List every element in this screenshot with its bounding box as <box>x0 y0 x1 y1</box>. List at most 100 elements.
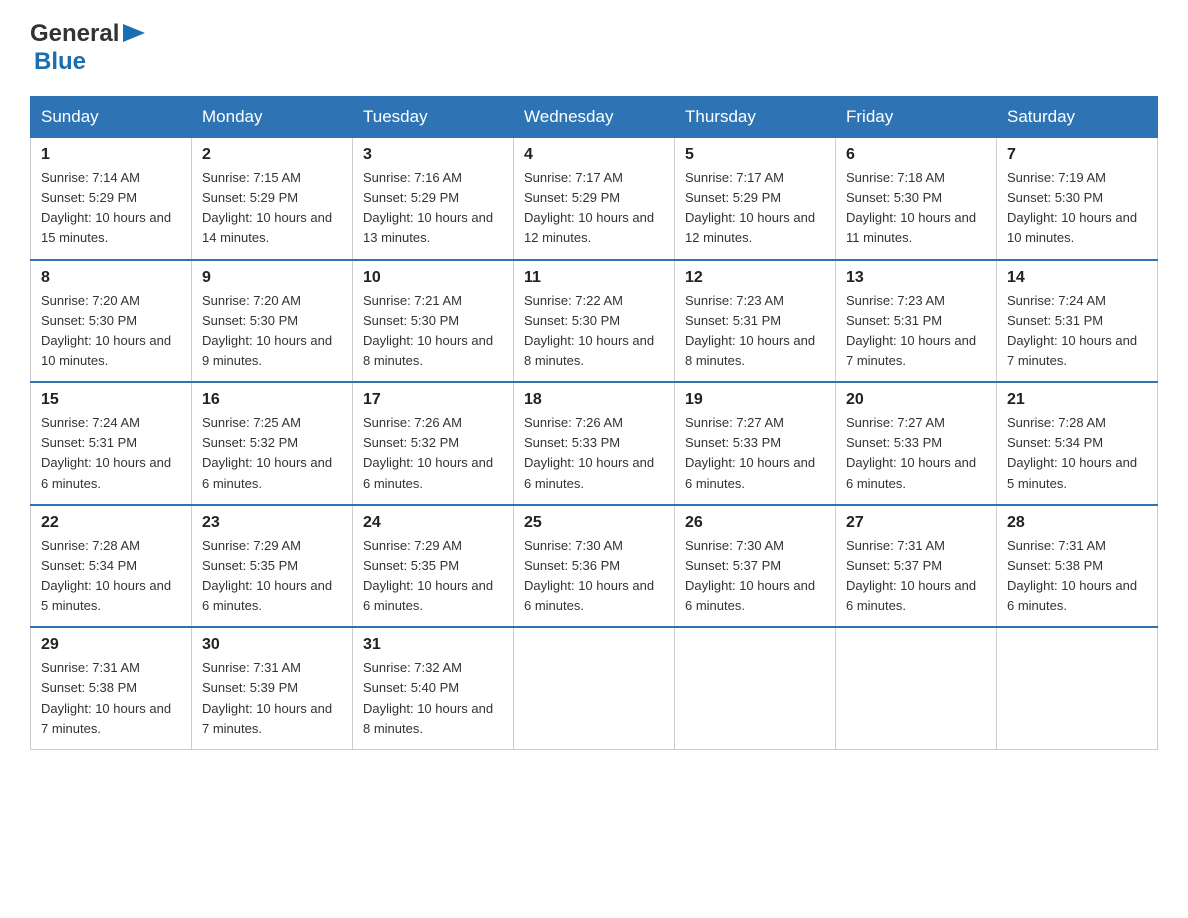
week-row-2: 8 Sunrise: 7:20 AM Sunset: 5:30 PM Dayli… <box>31 260 1158 383</box>
day-cell-5: 5 Sunrise: 7:17 AM Sunset: 5:29 PM Dayli… <box>675 138 836 260</box>
day-number: 13 <box>846 269 986 287</box>
day-number: 15 <box>41 391 181 409</box>
day-cell-12: 12 Sunrise: 7:23 AM Sunset: 5:31 PM Dayl… <box>675 260 836 383</box>
day-info: Sunrise: 7:20 AM Sunset: 5:30 PM Dayligh… <box>202 291 342 372</box>
empty-cell <box>836 627 997 749</box>
day-info: Sunrise: 7:16 AM Sunset: 5:29 PM Dayligh… <box>363 168 503 249</box>
day-cell-7: 7 Sunrise: 7:19 AM Sunset: 5:30 PM Dayli… <box>997 138 1158 260</box>
day-info: Sunrise: 7:21 AM Sunset: 5:30 PM Dayligh… <box>363 291 503 372</box>
day-info: Sunrise: 7:31 AM Sunset: 5:37 PM Dayligh… <box>846 536 986 617</box>
day-cell-17: 17 Sunrise: 7:26 AM Sunset: 5:32 PM Dayl… <box>353 382 514 505</box>
day-number: 30 <box>202 636 342 654</box>
week-row-5: 29 Sunrise: 7:31 AM Sunset: 5:38 PM Dayl… <box>31 627 1158 749</box>
day-info: Sunrise: 7:19 AM Sunset: 5:30 PM Dayligh… <box>1007 168 1147 249</box>
day-cell-13: 13 Sunrise: 7:23 AM Sunset: 5:31 PM Dayl… <box>836 260 997 383</box>
day-info: Sunrise: 7:26 AM Sunset: 5:33 PM Dayligh… <box>524 413 664 494</box>
logo-arrow-icon <box>123 24 145 42</box>
day-number: 18 <box>524 391 664 409</box>
day-cell-27: 27 Sunrise: 7:31 AM Sunset: 5:37 PM Dayl… <box>836 505 997 628</box>
day-cell-22: 22 Sunrise: 7:28 AM Sunset: 5:34 PM Dayl… <box>31 505 192 628</box>
day-number: 3 <box>363 146 503 164</box>
day-info: Sunrise: 7:27 AM Sunset: 5:33 PM Dayligh… <box>685 413 825 494</box>
day-cell-24: 24 Sunrise: 7:29 AM Sunset: 5:35 PM Dayl… <box>353 505 514 628</box>
day-number: 14 <box>1007 269 1147 287</box>
day-number: 10 <box>363 269 503 287</box>
day-info: Sunrise: 7:29 AM Sunset: 5:35 PM Dayligh… <box>363 536 503 617</box>
day-info: Sunrise: 7:22 AM Sunset: 5:30 PM Dayligh… <box>524 291 664 372</box>
day-cell-15: 15 Sunrise: 7:24 AM Sunset: 5:31 PM Dayl… <box>31 382 192 505</box>
weekday-header-tuesday: Tuesday <box>353 97 514 138</box>
day-number: 28 <box>1007 514 1147 532</box>
day-cell-28: 28 Sunrise: 7:31 AM Sunset: 5:38 PM Dayl… <box>997 505 1158 628</box>
weekday-header-sunday: Sunday <box>31 97 192 138</box>
day-number: 20 <box>846 391 986 409</box>
day-info: Sunrise: 7:25 AM Sunset: 5:32 PM Dayligh… <box>202 413 342 494</box>
day-number: 16 <box>202 391 342 409</box>
day-info: Sunrise: 7:24 AM Sunset: 5:31 PM Dayligh… <box>41 413 181 494</box>
day-info: Sunrise: 7:31 AM Sunset: 5:39 PM Dayligh… <box>202 658 342 739</box>
day-info: Sunrise: 7:30 AM Sunset: 5:36 PM Dayligh… <box>524 536 664 617</box>
day-cell-23: 23 Sunrise: 7:29 AM Sunset: 5:35 PM Dayl… <box>192 505 353 628</box>
day-info: Sunrise: 7:18 AM Sunset: 5:30 PM Dayligh… <box>846 168 986 249</box>
day-info: Sunrise: 7:24 AM Sunset: 5:31 PM Dayligh… <box>1007 291 1147 372</box>
day-number: 22 <box>41 514 181 532</box>
day-cell-14: 14 Sunrise: 7:24 AM Sunset: 5:31 PM Dayl… <box>997 260 1158 383</box>
day-number: 8 <box>41 269 181 287</box>
day-number: 4 <box>524 146 664 164</box>
day-cell-19: 19 Sunrise: 7:27 AM Sunset: 5:33 PM Dayl… <box>675 382 836 505</box>
weekday-header-thursday: Thursday <box>675 97 836 138</box>
day-cell-11: 11 Sunrise: 7:22 AM Sunset: 5:30 PM Dayl… <box>514 260 675 383</box>
empty-cell <box>514 627 675 749</box>
logo-general-text: General <box>30 20 119 48</box>
day-info: Sunrise: 7:26 AM Sunset: 5:32 PM Dayligh… <box>363 413 503 494</box>
day-cell-20: 20 Sunrise: 7:27 AM Sunset: 5:33 PM Dayl… <box>836 382 997 505</box>
day-info: Sunrise: 7:23 AM Sunset: 5:31 PM Dayligh… <box>846 291 986 372</box>
day-info: Sunrise: 7:31 AM Sunset: 5:38 PM Dayligh… <box>41 658 181 739</box>
day-info: Sunrise: 7:15 AM Sunset: 5:29 PM Dayligh… <box>202 168 342 249</box>
day-cell-1: 1 Sunrise: 7:14 AM Sunset: 5:29 PM Dayli… <box>31 138 192 260</box>
day-info: Sunrise: 7:27 AM Sunset: 5:33 PM Dayligh… <box>846 413 986 494</box>
day-info: Sunrise: 7:31 AM Sunset: 5:38 PM Dayligh… <box>1007 536 1147 617</box>
day-number: 2 <box>202 146 342 164</box>
week-row-4: 22 Sunrise: 7:28 AM Sunset: 5:34 PM Dayl… <box>31 505 1158 628</box>
day-cell-3: 3 Sunrise: 7:16 AM Sunset: 5:29 PM Dayli… <box>353 138 514 260</box>
day-number: 19 <box>685 391 825 409</box>
day-number: 26 <box>685 514 825 532</box>
day-info: Sunrise: 7:30 AM Sunset: 5:37 PM Dayligh… <box>685 536 825 617</box>
weekday-header-saturday: Saturday <box>997 97 1158 138</box>
day-info: Sunrise: 7:23 AM Sunset: 5:31 PM Dayligh… <box>685 291 825 372</box>
day-cell-18: 18 Sunrise: 7:26 AM Sunset: 5:33 PM Dayl… <box>514 382 675 505</box>
day-info: Sunrise: 7:28 AM Sunset: 5:34 PM Dayligh… <box>1007 413 1147 494</box>
day-cell-16: 16 Sunrise: 7:25 AM Sunset: 5:32 PM Dayl… <box>192 382 353 505</box>
day-cell-25: 25 Sunrise: 7:30 AM Sunset: 5:36 PM Dayl… <box>514 505 675 628</box>
day-number: 23 <box>202 514 342 532</box>
day-number: 1 <box>41 146 181 164</box>
weekday-header-friday: Friday <box>836 97 997 138</box>
week-row-3: 15 Sunrise: 7:24 AM Sunset: 5:31 PM Dayl… <box>31 382 1158 505</box>
day-number: 11 <box>524 269 664 287</box>
weekday-header-row: SundayMondayTuesdayWednesdayThursdayFrid… <box>31 97 1158 138</box>
day-number: 24 <box>363 514 503 532</box>
day-cell-10: 10 Sunrise: 7:21 AM Sunset: 5:30 PM Dayl… <box>353 260 514 383</box>
day-number: 9 <box>202 269 342 287</box>
day-cell-6: 6 Sunrise: 7:18 AM Sunset: 5:30 PM Dayli… <box>836 138 997 260</box>
day-number: 27 <box>846 514 986 532</box>
day-number: 25 <box>524 514 664 532</box>
day-cell-9: 9 Sunrise: 7:20 AM Sunset: 5:30 PM Dayli… <box>192 260 353 383</box>
day-cell-8: 8 Sunrise: 7:20 AM Sunset: 5:30 PM Dayli… <box>31 260 192 383</box>
weekday-header-monday: Monday <box>192 97 353 138</box>
day-cell-31: 31 Sunrise: 7:32 AM Sunset: 5:40 PM Dayl… <box>353 627 514 749</box>
week-row-1: 1 Sunrise: 7:14 AM Sunset: 5:29 PM Dayli… <box>31 138 1158 260</box>
day-cell-21: 21 Sunrise: 7:28 AM Sunset: 5:34 PM Dayl… <box>997 382 1158 505</box>
day-number: 17 <box>363 391 503 409</box>
day-number: 5 <box>685 146 825 164</box>
empty-cell <box>997 627 1158 749</box>
day-cell-29: 29 Sunrise: 7:31 AM Sunset: 5:38 PM Dayl… <box>31 627 192 749</box>
day-cell-26: 26 Sunrise: 7:30 AM Sunset: 5:37 PM Dayl… <box>675 505 836 628</box>
logo-blue-text: Blue <box>34 48 86 76</box>
empty-cell <box>675 627 836 749</box>
day-info: Sunrise: 7:17 AM Sunset: 5:29 PM Dayligh… <box>524 168 664 249</box>
day-number: 12 <box>685 269 825 287</box>
day-info: Sunrise: 7:29 AM Sunset: 5:35 PM Dayligh… <box>202 536 342 617</box>
day-info: Sunrise: 7:20 AM Sunset: 5:30 PM Dayligh… <box>41 291 181 372</box>
